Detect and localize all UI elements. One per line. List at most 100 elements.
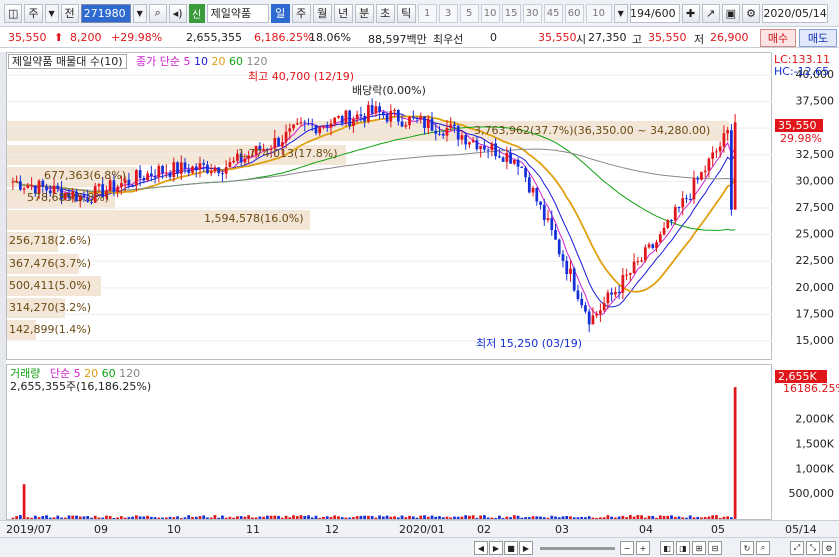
x-label-3: 11 xyxy=(246,523,260,536)
volume-bar xyxy=(572,517,576,519)
candle-body xyxy=(505,152,509,162)
zoom-in-icon[interactable]: + xyxy=(636,541,650,555)
candle-body xyxy=(483,145,486,150)
tool-icon-1[interactable]: ◧ xyxy=(660,541,674,555)
stock-name-field[interactable]: 제일약품 xyxy=(206,3,269,23)
code-dropdown-icon[interactable]: ▼ xyxy=(132,3,147,23)
scroll-left-icon[interactable]: ◀ xyxy=(474,541,488,555)
interval-3[interactable]: 3 xyxy=(438,3,458,23)
chart-layout-icon[interactable]: ◫ xyxy=(4,3,23,23)
interval-10[interactable]: 10 xyxy=(480,3,500,23)
candle-body xyxy=(527,177,531,193)
candle-body xyxy=(45,186,48,191)
x-label-9: 05 xyxy=(711,523,725,536)
scroll-right-icon[interactable]: ▶ xyxy=(519,541,533,555)
volume-bar xyxy=(662,515,666,519)
period-year[interactable]: 년 xyxy=(333,3,353,23)
volume-bar xyxy=(333,515,337,519)
candle-body xyxy=(524,167,527,178)
market-dropdown-icon[interactable]: ▼ xyxy=(44,3,59,23)
candle-body xyxy=(333,117,337,124)
period-day[interactable]: 일 xyxy=(270,3,290,23)
settings-icon[interactable]: ⚙ xyxy=(822,541,836,555)
volume-bar xyxy=(527,517,531,519)
period-tick[interactable]: 틱 xyxy=(396,3,416,23)
volume-bar xyxy=(105,515,108,519)
date-axis: 2019/07 09 10 11 12 2020/01 02 03 04 05 … xyxy=(0,520,839,537)
candle-body xyxy=(535,188,539,202)
interval-60[interactable]: 60 xyxy=(564,3,584,23)
interval-15[interactable]: 15 xyxy=(501,3,521,23)
profile-label-3: 677,363(6.8%) xyxy=(44,169,127,182)
candle-body xyxy=(572,268,576,291)
price-tick-label: 22,500 xyxy=(796,254,835,267)
play-icon[interactable]: ▶ xyxy=(489,541,503,555)
volume-bar xyxy=(718,517,722,519)
period-month[interactable]: 월 xyxy=(312,3,332,23)
draw-tool-icon[interactable]: ↗ xyxy=(701,3,720,23)
crosshair-icon[interactable]: ✚ xyxy=(681,3,700,23)
candle-body xyxy=(340,116,344,124)
filter-select[interactable]: 전 xyxy=(60,3,79,23)
chart-scrollbar[interactable]: ◀ ▶ ■ ▶ − + ◧ ◨ ⊞ ⊟ ↻ ⌕ ⤢ ⤡ ⚙ xyxy=(0,537,839,557)
candle-body xyxy=(554,230,557,240)
speaker-icon[interactable]: ◂) xyxy=(168,3,187,23)
volume-bar xyxy=(176,516,179,519)
search-icon[interactable]: ⌕ xyxy=(148,3,167,23)
candle-body xyxy=(730,130,733,210)
profile-label-7: 367,476(3.7%) xyxy=(9,257,92,270)
volume-bar xyxy=(45,515,48,519)
profile-label-6: 256,718(2.6%) xyxy=(9,234,92,247)
data-count-field[interactable]: 194/600 xyxy=(629,3,680,23)
period-minute[interactable]: 분 xyxy=(354,3,374,23)
interval-5[interactable]: 5 xyxy=(459,3,479,23)
price-chart-panel[interactable] xyxy=(6,52,773,361)
sell-button[interactable]: 매도 xyxy=(799,29,837,47)
volume-bar xyxy=(60,517,63,519)
candle-body xyxy=(688,198,692,200)
interval-custom[interactable]: 10 xyxy=(585,3,612,23)
interval-1[interactable]: 1 xyxy=(417,3,437,23)
low-price: 26,900 xyxy=(710,31,749,44)
zoom-out-icon[interactable]: − xyxy=(620,541,634,555)
candle-body xyxy=(486,149,490,151)
interval-dropdown-icon[interactable]: ▼ xyxy=(613,3,628,23)
volume-bar xyxy=(733,387,737,519)
volume-bar xyxy=(352,517,355,519)
interval-30[interactable]: 30 xyxy=(522,3,542,23)
refresh-icon[interactable]: ↻ xyxy=(740,541,754,555)
stock-code-input[interactable]: 271980 xyxy=(80,3,131,23)
volume-tick-label: 1,000K xyxy=(795,462,834,475)
open-price: 27,350 xyxy=(588,31,627,44)
tool-icon-2[interactable]: ◨ xyxy=(676,541,690,555)
price-legend-title[interactable]: 제일약품 매물대 수(10) xyxy=(8,54,127,69)
volume-bar xyxy=(423,515,426,519)
candle-body xyxy=(722,133,726,147)
price-tick-label: 30,000 xyxy=(796,174,835,187)
price-chart[interactable] xyxy=(7,53,773,361)
tool-icon-4[interactable]: ⊟ xyxy=(708,541,722,555)
volume-bar xyxy=(161,517,164,519)
expand-icon[interactable]: ⤢ xyxy=(790,541,804,555)
period-week[interactable]: 주 xyxy=(291,3,311,23)
collapse-icon[interactable]: ⤡ xyxy=(806,541,820,555)
interval-45[interactable]: 45 xyxy=(543,3,563,23)
gear-icon[interactable]: ⚙ xyxy=(742,3,761,23)
candle-body xyxy=(284,131,288,143)
save-icon[interactable]: ▣ xyxy=(721,3,741,23)
market-select[interactable]: 주 xyxy=(24,3,43,23)
date-field[interactable]: 2020/05/14 xyxy=(762,3,829,23)
volume-bar xyxy=(75,515,78,519)
search-chart-icon[interactable]: ⌕ xyxy=(756,541,770,555)
volume-bar xyxy=(337,516,340,519)
candle-body xyxy=(670,219,673,221)
last-pct-tag: 29.98% xyxy=(780,132,822,145)
stop-icon[interactable]: ■ xyxy=(504,541,518,555)
volume-bar xyxy=(299,515,303,519)
candle-body xyxy=(494,143,497,157)
tool-icon-3[interactable]: ⊞ xyxy=(692,541,706,555)
volume-profile xyxy=(7,121,729,340)
zoom-slider[interactable] xyxy=(540,547,615,550)
period-second[interactable]: 초 xyxy=(375,3,395,23)
buy-button[interactable]: 매수 xyxy=(760,29,796,47)
